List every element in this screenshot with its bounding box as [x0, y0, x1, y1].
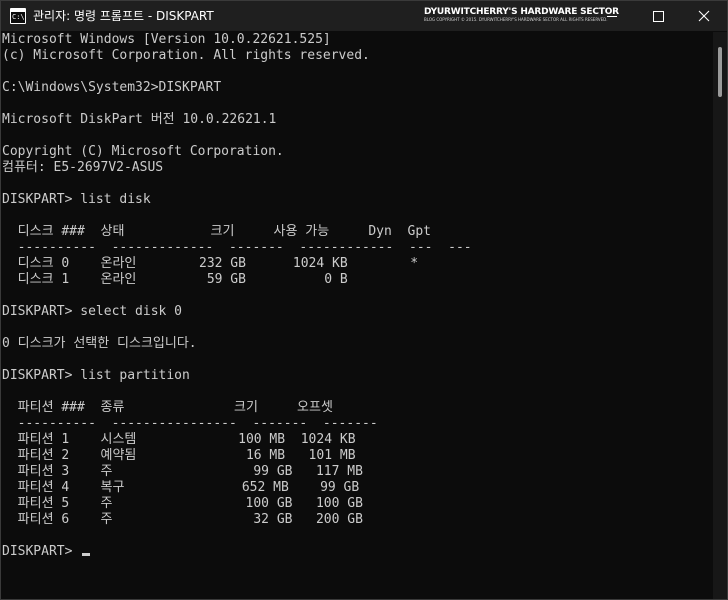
console-line: 파티션 5 주 100 GB 100 GB: [2, 496, 363, 511]
console-line: 파티션 ### 종류 크기 오프셋: [2, 400, 333, 415]
console-line: 디스크 ### 상태 크기 사용 가능 Dyn Gpt: [2, 224, 431, 239]
console-line: 파티션 6 주 32 GB 200 GB: [2, 512, 363, 527]
prompt-text: DISKPART>: [2, 544, 81, 559]
console-line: DISKPART> list partition: [2, 368, 190, 383]
console-line: 0 디스크가 선택한 디스크입니다.: [2, 336, 197, 351]
watermark: DYURWITCHERRY'S HARDWARE SECTOR BLOG COP…: [424, 7, 619, 27]
cmd-icon-text: C:\: [11, 12, 25, 23]
console-line: 파티션 2 예약됨 16 MB 101 MB: [2, 448, 356, 463]
close-icon: [698, 10, 710, 22]
console-line: Copyright (C) Microsoft Corporation.: [2, 144, 284, 159]
console-line: DISKPART> list disk: [2, 192, 151, 207]
scrollbar-thumb[interactable]: [718, 47, 722, 97]
text-cursor: [82, 553, 91, 556]
console-line: 파티션 4 복구 652 MB 99 GB: [2, 480, 360, 495]
prompt-line[interactable]: DISKPART>: [2, 544, 712, 560]
console-line: ---------- ------------- ------- -------…: [2, 240, 472, 255]
maximize-button[interactable]: [635, 1, 681, 31]
cmd-icon[interactable]: C:\: [10, 8, 26, 24]
command-prompt-window: C:\ 관리자: 명령 프롬프트 - DISKPART DYURWITCHERR…: [0, 0, 728, 600]
vertical-scrollbar[interactable]: [713, 32, 727, 599]
console-line: DISKPART> select disk 0: [2, 304, 183, 319]
console-line: C:\Windows\System32>DISKPART: [2, 80, 222, 95]
console-line: Microsoft DiskPart 버전 10.0.22621.1: [2, 112, 277, 127]
console-line: 컴퓨터: E5-2697V2-ASUS: [2, 160, 164, 175]
title-bar[interactable]: C:\ 관리자: 명령 프롬프트 - DISKPART DYURWITCHERR…: [1, 1, 727, 31]
close-button[interactable]: [681, 1, 727, 31]
console-line: 디스크 0 온라인 232 GB 1024 KB *: [2, 256, 419, 271]
console-line: Microsoft Windows [Version 10.0.22621.52…: [2, 32, 331, 47]
window-title: 관리자: 명령 프롬프트 - DISKPART: [33, 9, 214, 23]
console-line: (c) Microsoft Corporation. All rights re…: [2, 48, 370, 63]
console-output[interactable]: Microsoft Windows [Version 10.0.22621.52…: [2, 32, 712, 599]
console-line: ---------- ---------------- ------- ----…: [2, 416, 378, 431]
watermark-subtitle: BLOG COPYRIGHT © 2015. DYURWITCHERRY'S H…: [424, 17, 608, 22]
minimize-button[interactable]: [589, 1, 635, 31]
minimize-icon: [607, 16, 617, 17]
console-line: 파티션 1 시스템 100 MB 1024 KB: [2, 432, 356, 447]
console-line: 파티션 3 주 99 GB 117 MB: [2, 464, 363, 479]
console-line: 디스크 1 온라인 59 GB 0 B: [2, 272, 348, 287]
maximize-icon: [653, 11, 664, 22]
watermark-title: DYURWITCHERRY'S HARDWARE SECTOR: [424, 7, 619, 17]
